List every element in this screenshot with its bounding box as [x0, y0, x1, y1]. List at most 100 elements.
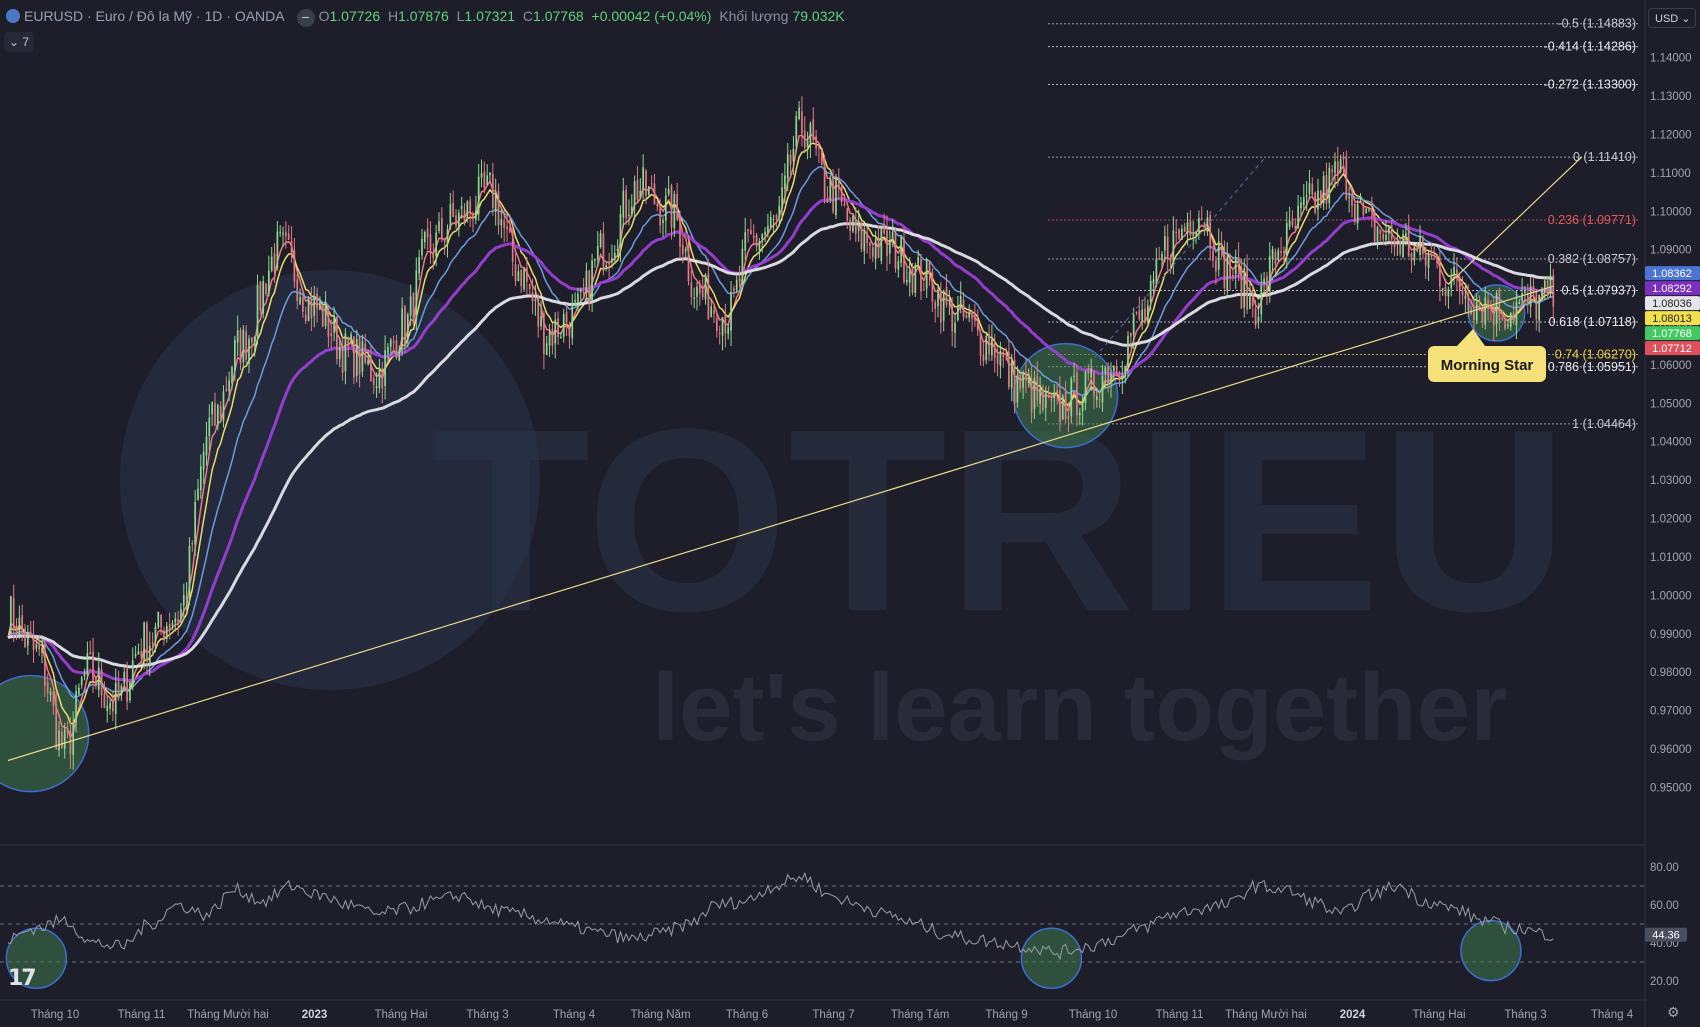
candle-body — [134, 654, 137, 657]
candle-body — [285, 231, 287, 237]
candle-body — [415, 270, 418, 321]
candle-body — [347, 337, 350, 348]
candle-body — [755, 234, 758, 247]
candle-body — [835, 177, 837, 216]
candle-body — [1144, 308, 1146, 322]
candle-body — [327, 305, 330, 337]
candle-body — [667, 188, 670, 195]
candle-body — [426, 228, 429, 238]
candle-body — [625, 189, 627, 219]
candle-body — [662, 220, 664, 224]
price-badge-label: 1.08362 — [1652, 268, 1692, 280]
candle-body — [545, 343, 548, 355]
candle-body — [1107, 366, 1109, 385]
candle-body — [1475, 302, 1478, 321]
candle-body — [591, 260, 593, 302]
candle-body — [44, 644, 46, 686]
candle-body — [304, 314, 307, 322]
candle-body — [1181, 229, 1183, 240]
candle-body — [772, 219, 775, 221]
candle-body — [826, 197, 829, 203]
change-value: +0.00042 (+0.04%) — [591, 8, 712, 24]
candle-body — [211, 402, 213, 415]
candle-body — [642, 167, 644, 190]
candle-body — [1251, 294, 1254, 306]
candle-body — [474, 210, 477, 221]
price-badge-label: 1.08292 — [1652, 283, 1692, 295]
candle-body — [616, 249, 619, 251]
candle-body — [523, 268, 525, 290]
price-tick-label: 1.12000 — [1650, 129, 1692, 141]
candle-body — [466, 201, 469, 219]
candle-body — [866, 232, 868, 243]
candle-body — [528, 284, 531, 290]
candle-body — [735, 279, 738, 291]
candle-body — [911, 268, 914, 293]
candle-body — [253, 337, 256, 346]
candle-body — [423, 232, 426, 243]
candle-body — [1390, 225, 1393, 240]
candle-body — [197, 488, 199, 501]
candle-body — [279, 231, 282, 233]
volume-value: 79.032K — [792, 8, 845, 24]
tradingview-logo-icon[interactable]: 17 — [8, 966, 37, 991]
currency-selector[interactable]: USD ⌄ — [1648, 8, 1696, 28]
candle-body — [1274, 251, 1277, 264]
candle-body — [1217, 240, 1220, 270]
candle-body — [786, 154, 789, 179]
candle-body — [727, 327, 730, 335]
candle-body — [1138, 310, 1141, 320]
candle-body — [798, 107, 800, 120]
candle-body — [361, 341, 364, 372]
candle-body — [452, 202, 455, 218]
candle-body — [353, 336, 355, 378]
candle-body — [112, 700, 114, 712]
candle-body — [565, 312, 568, 323]
candle-body — [843, 203, 846, 206]
price-badge-label: 1.07768 — [1652, 328, 1692, 340]
candle-body — [1013, 360, 1016, 404]
candle-body — [1305, 195, 1308, 198]
candle-body — [1498, 289, 1501, 321]
price-chart[interactable]: TOTRIEUlet's learn together -0.5 (1.1488… — [0, 0, 1700, 1027]
candle-body — [511, 231, 514, 262]
indicator-collapse-toggle[interactable]: ⌄ 7 — [4, 32, 34, 52]
candle-body — [633, 181, 636, 206]
candle-body — [72, 724, 75, 755]
close-value: 1.07768 — [533, 8, 584, 24]
minimize-button[interactable]: − — [296, 9, 315, 27]
candle-body — [276, 231, 279, 269]
candle-body — [63, 729, 66, 749]
candle-body — [588, 270, 591, 305]
candle-body — [1229, 256, 1231, 279]
candle-body — [1030, 379, 1033, 413]
low-value: 1.07321 — [464, 8, 516, 24]
candle-body — [375, 385, 378, 389]
candle-body — [199, 466, 202, 491]
time-tick-label: 2024 — [1340, 1009, 1366, 1021]
candle-body — [599, 233, 602, 248]
candle-body — [1053, 391, 1056, 399]
candle-body — [1427, 253, 1430, 268]
candle-body — [894, 229, 897, 269]
candle-body — [869, 242, 871, 246]
candle-body — [1280, 251, 1282, 253]
candle-body — [114, 682, 117, 715]
candle-body — [888, 241, 891, 254]
candle-body — [1183, 226, 1186, 232]
candle-body — [758, 241, 761, 251]
gear-icon[interactable]: ⚙ — [1667, 1004, 1680, 1021]
candle-body — [1342, 156, 1345, 160]
candle-body — [1396, 241, 1399, 244]
candle-body — [262, 281, 265, 314]
candle-body — [721, 316, 724, 336]
volume-label: Khối lượng — [719, 8, 789, 24]
candle-body — [568, 325, 571, 337]
price-badge-label: 1.08036 — [1652, 298, 1692, 310]
symbol-label[interactable]: EURUSD · Euro / Đô la Mỹ · 1D · OANDA — [24, 8, 285, 24]
candle-body — [664, 195, 667, 221]
candle-body — [503, 220, 506, 228]
candle-body — [1311, 184, 1314, 195]
candle-body — [1093, 370, 1095, 397]
candle-body — [52, 691, 55, 707]
